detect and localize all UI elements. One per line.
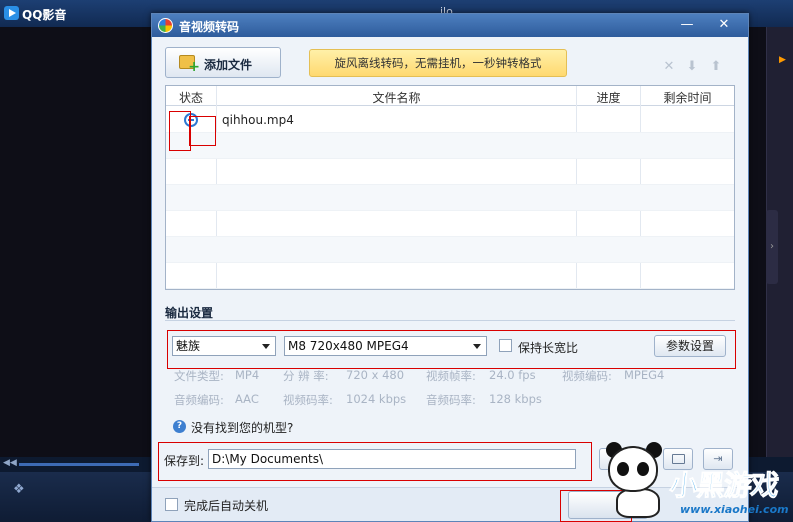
move-up-icon[interactable]: ⬆ — [708, 59, 724, 75]
section-divider — [165, 320, 735, 321]
chevron-down-icon — [262, 344, 270, 349]
minimize-button[interactable]: — — [677, 16, 697, 34]
transcode-app-icon — [158, 18, 173, 33]
promo-banner[interactable]: 旋风离线转码，无需挂机，一秒钟转格式 — [309, 49, 567, 77]
table-row-empty — [166, 133, 734, 159]
rewind-icon[interactable]: ◀◀ — [3, 458, 17, 468]
table-header: 状态 文件名称 进度 剩余时间 — [166, 86, 734, 106]
keep-ratio-label[interactable]: 保持长宽比 — [518, 339, 578, 356]
info-label: 分 辨 率: — [283, 369, 329, 383]
info-value: MP4 — [235, 368, 260, 382]
info-value: 1024 kbps — [346, 392, 407, 406]
column-header-progress[interactable]: 进度 — [577, 89, 640, 106]
playlist-toggle-handle[interactable]: › — [766, 210, 778, 284]
model-select-value: M8 720x480 MPEG4 — [288, 339, 409, 353]
info-label: 视频码率: — [283, 393, 333, 407]
column-header-status[interactable]: 状态 — [166, 89, 216, 106]
keep-ratio-checkbox[interactable] — [499, 339, 512, 352]
seek-track[interactable] — [19, 463, 139, 466]
info-label: 文件类型: — [174, 369, 224, 383]
panda-mascot-icon — [608, 446, 658, 492]
file-table: 状态 文件名称 进度 剩余时间 qihhou.mp4 — [165, 85, 735, 290]
footprint-icon[interactable]: ❖ — [13, 482, 25, 497]
qq-player-logo-icon — [4, 6, 19, 20]
file-name: qihhou.mp4 — [222, 113, 294, 127]
table-row-empty — [166, 159, 734, 185]
table-row-empty — [166, 263, 734, 289]
info-label: 视频帧率: — [426, 369, 476, 383]
info-value: 24.0 fps — [489, 368, 536, 382]
delete-icon[interactable]: ✕ — [661, 59, 677, 75]
info-value: AAC — [235, 392, 259, 406]
highlight-box-status — [169, 111, 191, 151]
info-value: 128 kbps — [489, 392, 542, 406]
close-button[interactable]: ✕ — [714, 16, 734, 34]
dialog-title: 音视频转码 — [179, 20, 240, 34]
info-label: 音频编码: — [174, 393, 224, 407]
column-header-remaining[interactable]: 剩余时间 — [641, 89, 734, 106]
add-file-label: 添加文件 — [204, 58, 253, 72]
brand-select-value: 魅族 — [176, 339, 201, 353]
table-row-empty — [166, 185, 734, 211]
add-folder-icon — [179, 55, 200, 75]
expand-arrow-icon[interactable]: ▶ — [779, 55, 786, 65]
auto-shutdown-label[interactable]: 完成后自动关机 — [184, 497, 268, 514]
dialog-titlebar[interactable]: 音视频转码 — ✕ — [152, 14, 748, 37]
watermark-url: www.xiaohei.com — [680, 503, 789, 516]
table-row[interactable]: qihhou.mp4 — [166, 107, 734, 133]
move-down-icon[interactable]: ⬇ — [684, 59, 700, 75]
info-label: 音频码率: — [426, 393, 476, 407]
output-settings-title: 输出设置 — [165, 306, 214, 320]
auto-shutdown-checkbox[interactable] — [165, 498, 178, 511]
brand-select[interactable]: 魅族 — [172, 336, 276, 356]
help-icon[interactable]: ? — [173, 420, 186, 433]
watermark-logo-text: 小黑游戏 — [668, 469, 780, 503]
highlight-box-icon — [189, 116, 216, 146]
info-value: 720 x 480 — [346, 368, 405, 382]
table-row-empty — [166, 237, 734, 263]
save-to-label: 保存到: — [164, 454, 205, 468]
panda-body — [616, 488, 660, 518]
save-path-input[interactable]: D:\My Documents\ — [208, 449, 576, 469]
add-file-button[interactable]: 添加文件 — [165, 47, 281, 78]
params-settings-button[interactable]: 参数设置 — [654, 335, 726, 357]
info-label: 视频编码: — [562, 369, 612, 383]
site-watermark: 小黑游戏 www.xiaohei.com — [600, 440, 793, 522]
column-header-filename[interactable]: 文件名称 — [217, 89, 576, 106]
player-title: QQ影音 — [22, 8, 67, 22]
info-value: MPEG4 — [624, 368, 665, 382]
model-select[interactable]: M8 720x480 MPEG4 — [284, 336, 487, 356]
model-not-found-link[interactable]: 没有找到您的机型? — [191, 419, 293, 436]
chevron-down-icon — [473, 344, 481, 349]
table-row-empty — [166, 211, 734, 237]
panda-eye — [637, 462, 649, 476]
panda-eye — [617, 462, 629, 476]
